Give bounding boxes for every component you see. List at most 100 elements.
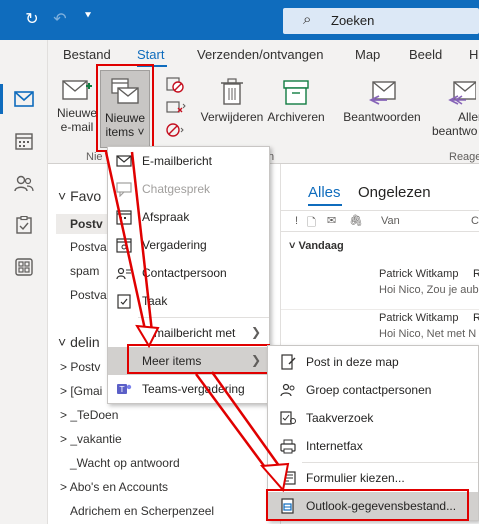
column-header: ! 🗋 ✉ 🖇 Van C [281, 210, 479, 232]
folder-account-3[interactable]: > _TeDoen [60, 408, 118, 422]
chat-icon [116, 182, 132, 197]
favorites-header-label: Favo [70, 188, 102, 204]
reply-button[interactable]: Beantwoorden [342, 78, 422, 124]
reply-all-label-2: beantwo [432, 124, 478, 138]
mail-icon[interactable] [6, 82, 42, 116]
account-header[interactable]: ˅ delin [58, 334, 100, 350]
menu-item-contact[interactable]: Contactpersoon [108, 259, 269, 287]
submenu-item-contact-group[interactable]: Groep contactpersonen [268, 376, 478, 404]
importance-col-icon[interactable]: ! [295, 215, 298, 227]
extra-col[interactable]: C [471, 215, 479, 227]
calendar-icon [116, 210, 132, 225]
submenu-separator [302, 462, 478, 463]
tab-beeld[interactable]: Beeld [409, 47, 442, 62]
rail-active-indicator [0, 84, 3, 114]
tab-start[interactable]: Start [137, 47, 164, 62]
account-header-label: delin [70, 334, 100, 350]
annotation-box-outlook-data-file [266, 489, 469, 521]
teams-icon: T [117, 384, 132, 394]
folder-account-3-label: _TeDoen [70, 408, 119, 422]
folder-account-4-label: _vakantie [70, 432, 122, 446]
archive-icon [283, 80, 309, 105]
folder-account-4[interactable]: > _vakantie [60, 432, 122, 446]
folder-favorite-4[interactable]: Postva [70, 288, 107, 302]
app-rail [0, 40, 48, 524]
sync-icon[interactable]: ↻ [22, 9, 42, 29]
calendar-icon[interactable] [6, 124, 42, 158]
submenu-item-task-request-label: Taakverzoek [306, 411, 374, 425]
from-col[interactable]: Van [381, 215, 400, 227]
folder-account-2[interactable]: > [Gmai [60, 384, 102, 398]
reply-all-button[interactable]: Allen beantwo [424, 78, 479, 138]
contact-icon [116, 267, 131, 280]
submenu-item-post[interactable]: Post in deze map [268, 348, 478, 376]
folder-favorite-2[interactable]: Postva [70, 240, 107, 254]
new-email-label-2: e-mail [60, 120, 94, 134]
submenu-item-contact-group-label: Groep contactpersonen [306, 383, 432, 397]
task-icon [117, 294, 131, 309]
submenu-item-internet-fax[interactable]: Internetfax [268, 432, 478, 460]
reply-label: Beantwoorden [343, 110, 421, 124]
menu-item-meeting-label: Vergadering [142, 238, 207, 252]
ribbon-small-icons [166, 77, 186, 137]
favorites-header[interactable]: ˅ Favo [58, 188, 101, 204]
message-preview: Hoi Nico, Zou je aub [379, 284, 479, 296]
new-email-label-1: Nieuwe [56, 106, 98, 120]
quick-access-dropdown-icon[interactable]: ⯆ [78, 10, 98, 23]
archive-label: Archiveren [267, 110, 325, 124]
account-chevron-icon: ˅ [58, 334, 71, 350]
menu-item-appointment[interactable]: Afspraak [108, 203, 269, 231]
apps-icon[interactable] [6, 250, 42, 284]
tasks-icon[interactable] [6, 208, 42, 242]
archive-button[interactable]: Archiveren [266, 78, 326, 124]
message-item[interactable]: Patrick Witkamp R Hoi Nico, Zou je aub [281, 260, 479, 310]
group-today[interactable]: ˅ Vandaag [289, 240, 344, 252]
tab-help[interactable]: H [469, 47, 478, 62]
tab-map[interactable]: Map [355, 47, 380, 62]
submenu-item-task-request[interactable]: Taakverzoek [268, 404, 478, 432]
new-email-button[interactable]: Nieuwe e-mail [54, 78, 100, 134]
menu-item-email-with[interactable]: E-mailbericht met ❯ [108, 319, 269, 347]
menu-item-chat: Chatgesprek [108, 175, 269, 203]
folder-account-5[interactable]: _Wacht op antwoord [70, 456, 180, 470]
title-bar: ↻ ↶ ⯆ ⌕ Zoeken [0, 0, 479, 40]
search-box[interactable]: ⌕ Zoeken [283, 8, 479, 34]
message-preview: Hoi Nico, Net met N [379, 328, 477, 340]
attachment-col-icon[interactable]: 🖇 [349, 214, 363, 227]
folder-favorite-3[interactable]: spam [70, 264, 99, 278]
tab-unread[interactable]: Ongelezen [358, 184, 431, 201]
message-from: Patrick Witkamp [379, 312, 459, 324]
folder-account-1[interactable]: > Postv [60, 360, 100, 374]
people-icon[interactable] [6, 166, 42, 200]
contact-group-icon [280, 383, 295, 397]
menu-item-teams-meeting[interactable]: T Teams-vergadering [108, 375, 269, 403]
tab-bestand[interactable]: Bestand [63, 47, 111, 62]
collapse-chevron-icon: ˅ [58, 188, 71, 204]
tab-all-underline [308, 204, 342, 206]
delete-button[interactable]: Verwijderen [200, 78, 264, 124]
type-col-icon[interactable]: 🗋 [307, 214, 316, 233]
menu-item-task[interactable]: Taak [108, 287, 269, 315]
menu-item-email[interactable]: E-mailbericht [108, 147, 269, 175]
group-label-new: Nie [86, 151, 103, 163]
submenu-item-choose-form[interactable]: Formulier kiezen... [268, 464, 478, 492]
menu-item-task-label: Taak [142, 294, 168, 308]
undo-icon[interactable]: ↶ [50, 9, 70, 29]
folder-account-2-label: [Gmai [70, 384, 103, 398]
folder-account-6[interactable]: > Abo's en Accounts [60, 480, 168, 494]
folder-account-7[interactable]: Adrichem en Scherpenzeel [70, 504, 214, 518]
menu-item-chat-label: Chatgesprek [142, 182, 211, 196]
menu-item-appointment-label: Afspraak [142, 210, 190, 224]
reminder-col-icon[interactable]: ✉ [327, 214, 336, 227]
menu-item-teams-meeting-label: Teams-vergadering [142, 382, 245, 396]
tab-verzenden-ontvangen[interactable]: Verzenden/ontvangen [197, 47, 324, 62]
search-icon: ⌕ [303, 11, 312, 28]
fax-icon [280, 439, 296, 454]
annotation-box-new-items [96, 64, 154, 152]
menu-item-meeting[interactable]: Vergadering [108, 231, 269, 259]
menu-separator [138, 317, 269, 318]
message-flag: R [473, 312, 479, 324]
tab-all[interactable]: Alles [308, 184, 341, 201]
folder-account-1-label: Postv [70, 360, 101, 374]
menu-item-contact-label: Contactpersoon [142, 266, 227, 280]
